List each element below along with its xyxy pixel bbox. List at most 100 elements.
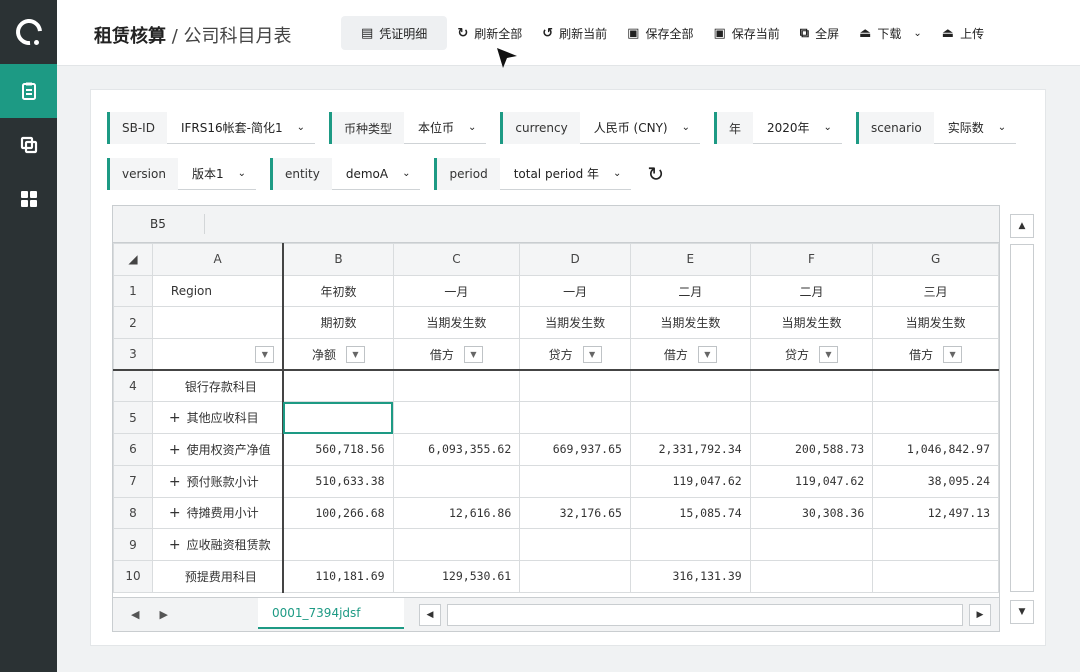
table-cell[interactable]: 期初数: [282, 306, 394, 340]
table-cell[interactable]: [629, 401, 751, 435]
table-cell[interactable]: 借方 ▼: [392, 338, 521, 372]
column-header[interactable]: G: [872, 243, 999, 276]
save-current-button[interactable]: ▣ 保存当前: [703, 16, 789, 50]
table-cell[interactable]: 当期发生数: [392, 306, 521, 340]
scroll-track[interactable]: [447, 604, 963, 626]
table-cell[interactable]: 15,085.74: [629, 496, 751, 530]
table-cell[interactable]: 6,093,355.62: [392, 433, 521, 466]
table-cell[interactable]: 100,266.68: [282, 496, 394, 530]
table-cell[interactable]: 316,131.39: [629, 559, 751, 593]
row-label-cell[interactable]: + 待摊费用小计: [151, 496, 285, 530]
row-number[interactable]: 5: [113, 401, 153, 435]
row-label-cell[interactable]: 银行存款科目: [151, 369, 285, 403]
column-header[interactable]: D: [519, 243, 631, 276]
table-cell[interactable]: 当期发生数: [749, 306, 874, 340]
row-number[interactable]: 7: [113, 464, 153, 498]
table-cell[interactable]: 119,047.62: [749, 464, 874, 498]
sb-id-select[interactable]: IFRS16帐套-简化1 ⌄: [166, 112, 315, 144]
table-cell[interactable]: 669,937.65: [519, 433, 631, 466]
row-number[interactable]: 4: [113, 369, 153, 403]
table-cell[interactable]: 当期发生数: [872, 306, 999, 340]
scroll-track[interactable]: [1010, 244, 1034, 592]
table-cell[interactable]: 借方 ▼: [872, 338, 999, 372]
table-cell[interactable]: [392, 401, 521, 435]
table-cell[interactable]: [749, 528, 874, 561]
save-all-button[interactable]: ▣ 保存全部: [617, 16, 703, 50]
sidebar-item-apps[interactable]: [0, 172, 57, 226]
scroll-left-icon[interactable]: ◀: [419, 604, 441, 626]
table-cell[interactable]: 129,530.61: [392, 559, 521, 593]
table-cell[interactable]: [872, 528, 999, 561]
entity-select[interactable]: demoA ⌄: [331, 158, 421, 190]
table-cell[interactable]: [282, 369, 394, 403]
table-cell[interactable]: [282, 401, 394, 435]
table-cell[interactable]: 净额 ▼: [282, 338, 394, 372]
app-logo[interactable]: [0, 0, 57, 64]
fullscreen-button[interactable]: ⧉ 全屏: [790, 16, 849, 50]
select-all-corner[interactable]: ◢: [113, 243, 153, 276]
row-label-cell[interactable]: + 使用权资产净值: [151, 433, 285, 466]
upload-button[interactable]: ⏏ 上传: [932, 16, 994, 50]
column-header[interactable]: C: [392, 243, 521, 276]
row-number[interactable]: 1: [113, 274, 153, 308]
table-cell[interactable]: Region: [151, 274, 285, 308]
sidebar-item-reports[interactable]: [0, 64, 57, 118]
sidebar-item-copy[interactable]: [0, 118, 57, 172]
table-cell[interactable]: 510,633.38: [282, 464, 394, 498]
table-cell[interactable]: 二月: [749, 274, 874, 308]
expand-icon[interactable]: +: [169, 537, 181, 553]
table-cell[interactable]: [519, 559, 631, 593]
year-select[interactable]: 2020年 ⌄: [753, 112, 842, 144]
column-header[interactable]: E: [629, 243, 751, 276]
table-cell[interactable]: [749, 401, 874, 435]
table-cell[interactable]: [151, 306, 285, 340]
table-cell[interactable]: 当期发生数: [519, 306, 631, 340]
currency-select[interactable]: 人民币 (CNY) ⌄: [579, 112, 700, 144]
column-header[interactable]: B: [282, 243, 394, 276]
table-cell[interactable]: 1,046,842.97: [872, 433, 999, 466]
table-cell[interactable]: ▼: [151, 338, 285, 372]
table-cell[interactable]: 一月: [392, 274, 521, 308]
table-cell[interactable]: [519, 464, 631, 498]
table-cell[interactable]: 12,616.86: [392, 496, 521, 530]
table-cell[interactable]: [392, 369, 521, 403]
refresh-filters-icon[interactable]: ↻: [647, 162, 664, 186]
period-select[interactable]: total period 年 ⌄: [499, 158, 632, 190]
row-label-cell[interactable]: + 应收融资租赁款: [151, 528, 285, 561]
table-cell[interactable]: 当期发生数: [629, 306, 751, 340]
cell-reference[interactable]: B5: [113, 214, 205, 234]
sheet-tab[interactable]: 0001_7394jdsf: [258, 598, 404, 629]
table-cell[interactable]: 119,047.62: [629, 464, 751, 498]
table-cell[interactable]: 二月: [629, 274, 751, 308]
expand-icon[interactable]: +: [169, 474, 181, 490]
filter-dropdown-icon[interactable]: ▼: [255, 345, 275, 363]
table-cell[interactable]: 借方 ▼: [629, 338, 751, 372]
row-label-cell[interactable]: 预提费用科目: [151, 559, 285, 593]
row-number[interactable]: 2: [113, 306, 153, 340]
vertical-scrollbar[interactable]: ▲ ▼: [1010, 214, 1034, 624]
row-number[interactable]: 6: [113, 433, 153, 466]
filter-dropdown-icon[interactable]: ▼: [697, 345, 717, 363]
filter-dropdown-icon[interactable]: ▼: [818, 345, 838, 363]
scenario-select[interactable]: 实际数 ⌄: [933, 112, 1017, 144]
row-label-cell[interactable]: + 预付账款小计: [151, 464, 285, 498]
filter-dropdown-icon[interactable]: ▼: [582, 345, 602, 363]
table-cell[interactable]: [749, 369, 874, 403]
scroll-up-icon[interactable]: ▲: [1010, 214, 1034, 238]
table-cell[interactable]: 一月: [519, 274, 631, 308]
refresh-all-button[interactable]: ↻ 刷新全部: [447, 16, 532, 50]
scroll-down-icon[interactable]: ▼: [1010, 600, 1034, 624]
table-cell[interactable]: [392, 528, 521, 561]
version-select[interactable]: 版本1 ⌄: [177, 158, 256, 190]
horizontal-scrollbar[interactable]: ◀ ▶: [419, 604, 991, 626]
table-cell[interactable]: [519, 369, 631, 403]
table-cell[interactable]: 2,331,792.34: [629, 433, 751, 466]
table-cell[interactable]: [872, 559, 999, 593]
voucher-detail-button[interactable]: ▤ 凭证明细: [341, 16, 448, 50]
table-cell[interactable]: [282, 528, 394, 561]
table-cell[interactable]: [519, 528, 631, 561]
table-cell[interactable]: [749, 559, 874, 593]
table-cell[interactable]: 110,181.69: [282, 559, 394, 593]
table-cell[interactable]: 38,095.24: [872, 464, 999, 498]
expand-icon[interactable]: +: [169, 410, 181, 426]
